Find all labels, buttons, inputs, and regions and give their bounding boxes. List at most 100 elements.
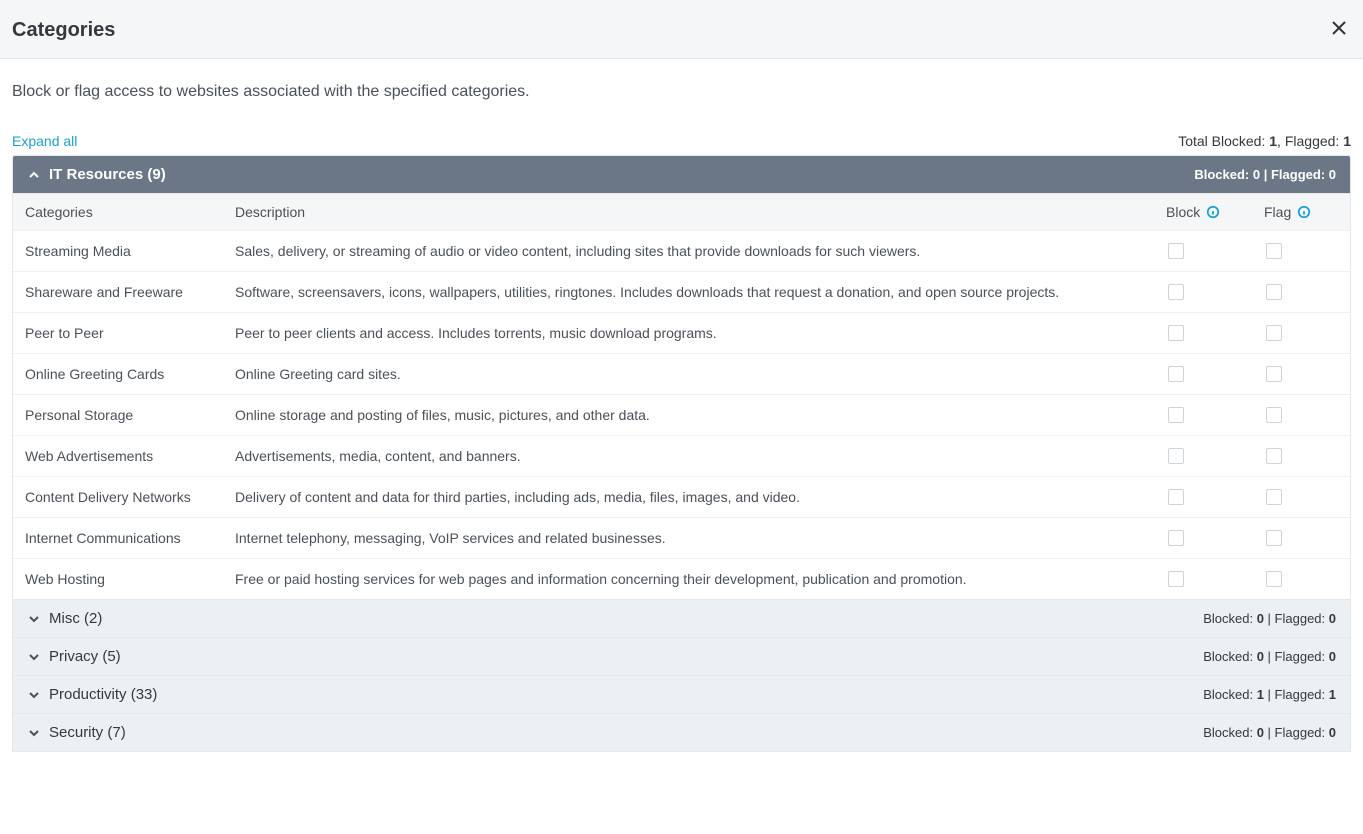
block-checkbox[interactable] — [1168, 243, 1184, 259]
group-summary: Blocked: 0 | Flagged: 0 — [1203, 649, 1336, 664]
group-title: Productivity (33) — [49, 686, 1203, 703]
cell-description: Internet telephony, messaging, VoIP serv… — [223, 518, 1154, 558]
cell-category: Shareware and Freeware — [13, 272, 223, 312]
chevron-down-icon — [27, 688, 41, 702]
flag-checkbox[interactable] — [1266, 448, 1282, 464]
cell-block — [1154, 559, 1252, 599]
group-header-it-resources[interactable]: IT Resources (9) Blocked: 0 | Flagged: 0 — [13, 156, 1350, 193]
chevron-down-icon — [27, 612, 41, 626]
panel-header: Categories — [0, 0, 1363, 59]
cell-block — [1154, 436, 1252, 476]
table-row: Web AdvertisementsAdvertisements, media,… — [13, 435, 1350, 476]
group-privacy: Privacy (5) Blocked: 0 | Flagged: 0 — [12, 638, 1351, 676]
cell-block — [1154, 272, 1252, 312]
group-header-security[interactable]: Security (7) Blocked: 0 | Flagged: 0 — [13, 714, 1350, 751]
cell-flag — [1252, 518, 1350, 558]
intro-text: Block or flag access to websites associa… — [0, 59, 1363, 101]
table-row: Shareware and FreewareSoftware, screensa… — [13, 271, 1350, 312]
chevron-down-icon — [27, 650, 41, 664]
block-checkbox[interactable] — [1168, 284, 1184, 300]
cell-block — [1154, 354, 1252, 394]
cell-block — [1154, 231, 1252, 271]
group-it-resources: IT Resources (9) Blocked: 0 | Flagged: 0… — [12, 155, 1351, 600]
flag-checkbox[interactable] — [1266, 243, 1282, 259]
groups-container: IT Resources (9) Blocked: 0 | Flagged: 0… — [0, 155, 1363, 772]
chevron-down-icon — [27, 726, 41, 740]
col-header-categories: Categories — [13, 194, 223, 230]
flag-checkbox[interactable] — [1266, 571, 1282, 587]
block-checkbox[interactable] — [1168, 325, 1184, 341]
table-row: Online Greeting CardsOnline Greeting car… — [13, 353, 1350, 394]
table-row: Internet CommunicationsInternet telephon… — [13, 517, 1350, 558]
cell-flag — [1252, 436, 1350, 476]
block-checkbox[interactable] — [1168, 448, 1184, 464]
chevron-up-icon — [27, 168, 41, 182]
cell-description: Free or paid hosting services for web pa… — [223, 559, 1154, 599]
cell-flag — [1252, 395, 1350, 435]
group-summary: Blocked: 0 | Flagged: 0 — [1194, 167, 1336, 182]
close-icon — [1331, 20, 1347, 41]
group-title: IT Resources (9) — [49, 166, 1194, 183]
group-header-productivity[interactable]: Productivity (33) Blocked: 1 | Flagged: … — [13, 676, 1350, 713]
table-row: Web HostingFree or paid hosting services… — [13, 558, 1350, 599]
cell-block — [1154, 477, 1252, 517]
cell-block — [1154, 395, 1252, 435]
flag-checkbox[interactable] — [1266, 366, 1282, 382]
cell-block — [1154, 518, 1252, 558]
flag-checkbox[interactable] — [1266, 530, 1282, 546]
col-header-block: Block — [1154, 194, 1252, 230]
col-header-flag: Flag — [1252, 194, 1350, 230]
cell-description: Advertisements, media, content, and bann… — [223, 436, 1154, 476]
cell-category: Streaming Media — [13, 231, 223, 271]
flag-checkbox[interactable] — [1266, 489, 1282, 505]
group-misc: Misc (2) Blocked: 0 | Flagged: 0 — [12, 600, 1351, 638]
table-row: Streaming MediaSales, delivery, or strea… — [13, 230, 1350, 271]
cell-flag — [1252, 231, 1350, 271]
close-button[interactable] — [1327, 18, 1351, 42]
cell-description: Delivery of content and data for third p… — [223, 477, 1154, 517]
group-title: Misc (2) — [49, 610, 1203, 627]
cell-description: Peer to peer clients and access. Include… — [223, 313, 1154, 353]
table-row: Peer to PeerPeer to peer clients and acc… — [13, 312, 1350, 353]
categories-panel: Categories Block or flag access to websi… — [0, 0, 1363, 772]
table-row: Content Delivery NetworksDelivery of con… — [13, 476, 1350, 517]
cell-category: Content Delivery Networks — [13, 477, 223, 517]
info-icon[interactable] — [1297, 205, 1311, 219]
group-title: Security (7) — [49, 724, 1203, 741]
cell-flag — [1252, 559, 1350, 599]
page-title: Categories — [12, 19, 1327, 42]
cell-flag — [1252, 354, 1350, 394]
cell-category: Internet Communications — [13, 518, 223, 558]
cell-description: Software, screensavers, icons, wallpaper… — [223, 272, 1154, 312]
group-header-misc[interactable]: Misc (2) Blocked: 0 | Flagged: 0 — [13, 600, 1350, 637]
cell-category: Peer to Peer — [13, 313, 223, 353]
cell-flag — [1252, 477, 1350, 517]
table-header-row: Categories Description Block Flag — [13, 193, 1350, 230]
group-productivity: Productivity (33) Blocked: 1 | Flagged: … — [12, 676, 1351, 714]
cell-description: Online Greeting card sites. — [223, 354, 1154, 394]
info-icon[interactable] — [1206, 205, 1220, 219]
block-checkbox[interactable] — [1168, 530, 1184, 546]
cell-category: Online Greeting Cards — [13, 354, 223, 394]
group-title: Privacy (5) — [49, 648, 1203, 665]
block-checkbox[interactable] — [1168, 489, 1184, 505]
cell-description: Sales, delivery, or streaming of audio o… — [223, 231, 1154, 271]
cell-flag — [1252, 313, 1350, 353]
cell-flag — [1252, 272, 1350, 312]
col-header-description: Description — [223, 194, 1154, 230]
cell-description: Online storage and posting of files, mus… — [223, 395, 1154, 435]
expand-all-link[interactable]: Expand all — [12, 133, 77, 149]
block-checkbox[interactable] — [1168, 407, 1184, 423]
group-summary: Blocked: 0 | Flagged: 0 — [1203, 725, 1336, 740]
cell-block — [1154, 313, 1252, 353]
cell-category: Web Hosting — [13, 559, 223, 599]
flag-checkbox[interactable] — [1266, 284, 1282, 300]
block-checkbox[interactable] — [1168, 366, 1184, 382]
table-body: Streaming MediaSales, delivery, or strea… — [13, 230, 1350, 599]
flag-checkbox[interactable] — [1266, 407, 1282, 423]
cell-category: Web Advertisements — [13, 436, 223, 476]
flag-checkbox[interactable] — [1266, 325, 1282, 341]
group-header-privacy[interactable]: Privacy (5) Blocked: 0 | Flagged: 0 — [13, 638, 1350, 675]
group-summary: Blocked: 0 | Flagged: 0 — [1203, 611, 1336, 626]
block-checkbox[interactable] — [1168, 571, 1184, 587]
